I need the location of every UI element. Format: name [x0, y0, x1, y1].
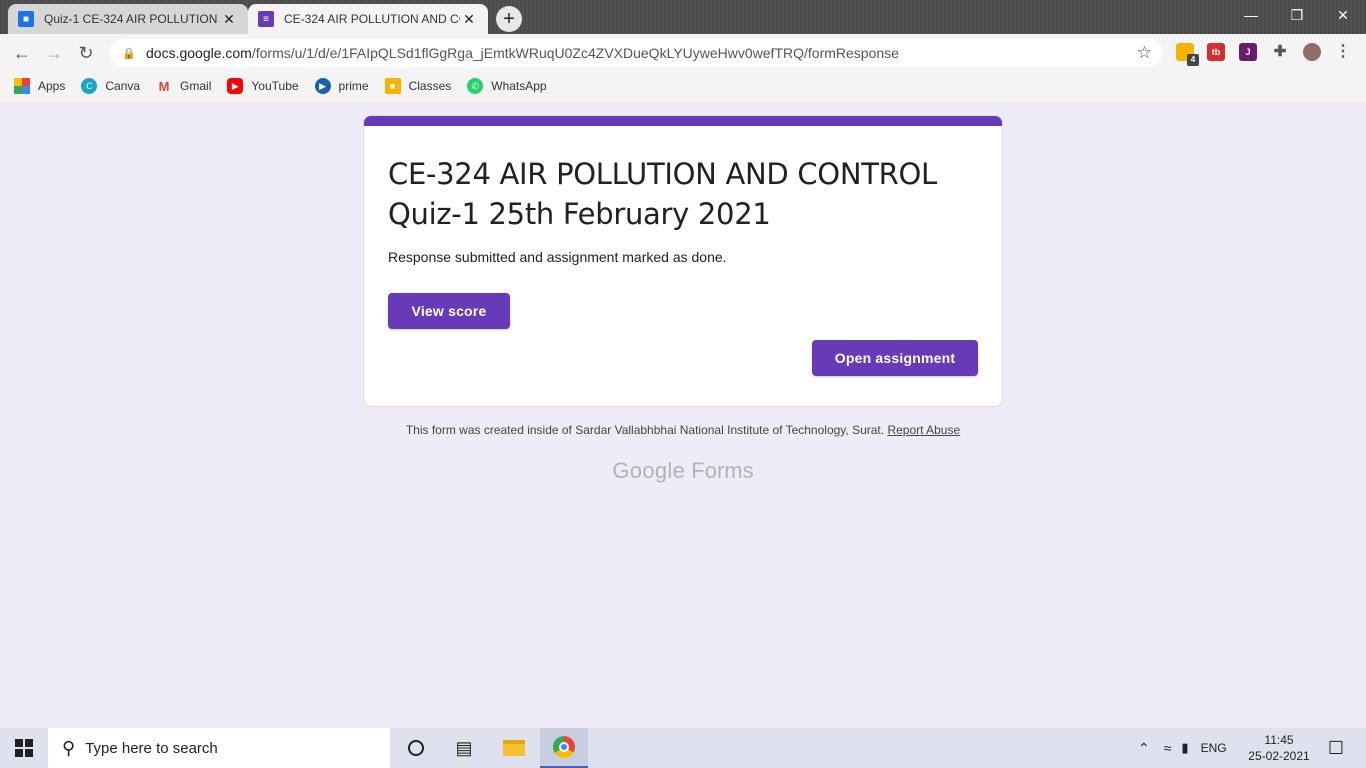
- bookmark-label: WhatsApp: [491, 79, 547, 93]
- system-tray: ⌃ ≈ ▮ ENG: [1138, 728, 1227, 768]
- extension-icon[interactable]: 4: [1176, 43, 1199, 66]
- lock-icon: 🔒: [122, 47, 136, 60]
- task-view-icon[interactable]: ▤: [440, 728, 488, 768]
- reload-icon[interactable]: ↻: [74, 41, 98, 65]
- bookmark-label: Apps: [38, 79, 66, 93]
- new-tab-button[interactable]: +: [496, 6, 522, 32]
- cortana-icon[interactable]: [392, 728, 440, 768]
- windows-taskbar: ⚲ Type here to search ▤ ⌃ ≈ ▮ ENG 11:45 …: [0, 728, 1366, 768]
- forms-icon: ≡: [258, 11, 274, 27]
- bookmark-gmail[interactable]: M Gmail: [156, 78, 212, 94]
- url-host: docs.google.com: [146, 45, 252, 61]
- tab-strip: ■ Quiz-1 CE-324 AIR POLLUTION AND CONTRO…: [0, 0, 1366, 34]
- file-explorer-icon[interactable]: [490, 728, 538, 768]
- clock-date: 25-02-2021: [1248, 749, 1310, 763]
- bookmark-label: Classes: [408, 79, 452, 93]
- tab-form-response[interactable]: ≡ CE-324 AIR POLLUTION AND CONTROL ✕: [248, 4, 488, 34]
- close-window-button[interactable]: ✕: [1320, 0, 1366, 30]
- report-abuse-link[interactable]: Report Abuse: [887, 423, 960, 437]
- clock-time: 11:45: [1264, 733, 1294, 747]
- address-bar[interactable]: 🔒 docs.google.com/forms/u/1/d/e/1FAIpQLS…: [110, 39, 1162, 67]
- bookmark-star-icon[interactable]: ☆: [1137, 43, 1152, 63]
- bookmark-label: Canva: [105, 79, 141, 93]
- restore-button[interactable]: ❐: [1274, 0, 1320, 30]
- window-controls: — ❐ ✕: [1228, 0, 1366, 30]
- bookmark-label: Gmail: [180, 79, 212, 93]
- forms-wordmark: Forms: [691, 458, 754, 483]
- gmail-icon: M: [158, 78, 170, 94]
- bookmark-canva[interactable]: C Canva: [81, 78, 140, 94]
- close-tab-icon[interactable]: ✕: [220, 10, 238, 28]
- back-icon[interactable]: ←: [10, 41, 34, 65]
- taskbar-clock[interactable]: 11:45 25-02-2021: [1244, 732, 1314, 764]
- form-title: CE-324 AIR POLLUTION AND CONTROL Quiz-1 …: [388, 157, 937, 231]
- tab-title: CE-324 AIR POLLUTION AND CONTROL: [284, 12, 460, 26]
- bookmark-prime[interactable]: ▶ prime: [314, 78, 369, 94]
- confirmation-message: Response submitted and assignment marked…: [388, 249, 727, 265]
- extension-icon[interactable]: J: [1239, 43, 1257, 61]
- classroom-icon: ■: [384, 78, 401, 94]
- bookmark-youtube[interactable]: ▶ YouTube: [227, 78, 299, 94]
- wifi-icon[interactable]: ≈: [1164, 740, 1172, 756]
- minimize-button[interactable]: —: [1228, 0, 1274, 30]
- whatsapp-icon: ✆: [467, 78, 484, 94]
- apps-grid-icon: [14, 78, 30, 94]
- url-path: /forms/u/1/d/e/1FAIpQLSd1flGgRga_jEmtkWR…: [251, 45, 899, 61]
- google-wordmark: Google: [612, 458, 686, 483]
- created-by-text: This form was created inside of Sardar V…: [405, 423, 885, 437]
- tab-title: Quiz-1 CE-324 AIR POLLUTION AND CONTROL: [44, 12, 220, 26]
- tab-quiz-classroom[interactable]: ■ Quiz-1 CE-324 AIR POLLUTION AND CONTRO…: [8, 4, 248, 34]
- bookmark-apps[interactable]: Apps: [14, 78, 65, 94]
- close-tab-icon[interactable]: ✕: [460, 10, 478, 28]
- search-icon: ⚲: [62, 737, 76, 758]
- battery-icon[interactable]: ▮: [1181, 740, 1188, 756]
- more-menu-icon[interactable]: ⋮: [1334, 43, 1352, 61]
- view-score-button[interactable]: View score: [388, 293, 510, 329]
- youtube-icon: ▶: [227, 78, 244, 94]
- browser-toolbar: ← → ↻ 🔒 docs.google.com/forms/u/1/d/e/1F…: [0, 34, 1366, 70]
- notifications-icon[interactable]: ☐: [1312, 728, 1360, 768]
- bookmarks-bar: Apps C Canva M Gmail ▶ YouTube ▶ prime ■…: [0, 70, 1366, 102]
- avatar[interactable]: [1303, 43, 1321, 61]
- bookmark-label: YouTube: [251, 79, 299, 93]
- extension-badge: 4: [1187, 54, 1199, 66]
- browser-frame: ■ Quiz-1 CE-324 AIR POLLUTION AND CONTRO…: [0, 0, 1366, 102]
- form-footer: This form was created inside of Sardar V…: [363, 423, 1003, 437]
- bookmark-classes[interactable]: ■ Classes: [384, 78, 452, 94]
- card-accent-bar: [364, 116, 1002, 126]
- google-forms-logo[interactable]: Google Forms: [0, 458, 1366, 484]
- puzzle-extensions-icon[interactable]: ✚: [1271, 43, 1289, 61]
- search-placeholder: Type here to search: [85, 739, 218, 757]
- language-indicator[interactable]: ENG: [1201, 741, 1227, 755]
- forward-icon[interactable]: →: [42, 41, 66, 65]
- taskbar-search-box[interactable]: ⚲ Type here to search: [48, 728, 390, 768]
- windows-start-icon[interactable]: [0, 728, 48, 768]
- open-assignment-button[interactable]: Open assignment: [812, 340, 978, 376]
- chrome-icon[interactable]: [540, 728, 588, 768]
- chevron-up-icon[interactable]: ⌃: [1138, 740, 1150, 757]
- prime-video-icon: ▶: [314, 78, 331, 94]
- bookmark-whatsapp[interactable]: ✆ WhatsApp: [467, 78, 547, 94]
- form-confirmation-card: CE-324 AIR POLLUTION AND CONTROL Quiz-1 …: [363, 115, 1003, 407]
- canva-icon: C: [81, 78, 98, 94]
- bookmark-label: prime: [338, 79, 369, 93]
- testbook-extension-icon[interactable]: tb: [1207, 43, 1225, 61]
- classroom-icon: ■: [18, 11, 34, 27]
